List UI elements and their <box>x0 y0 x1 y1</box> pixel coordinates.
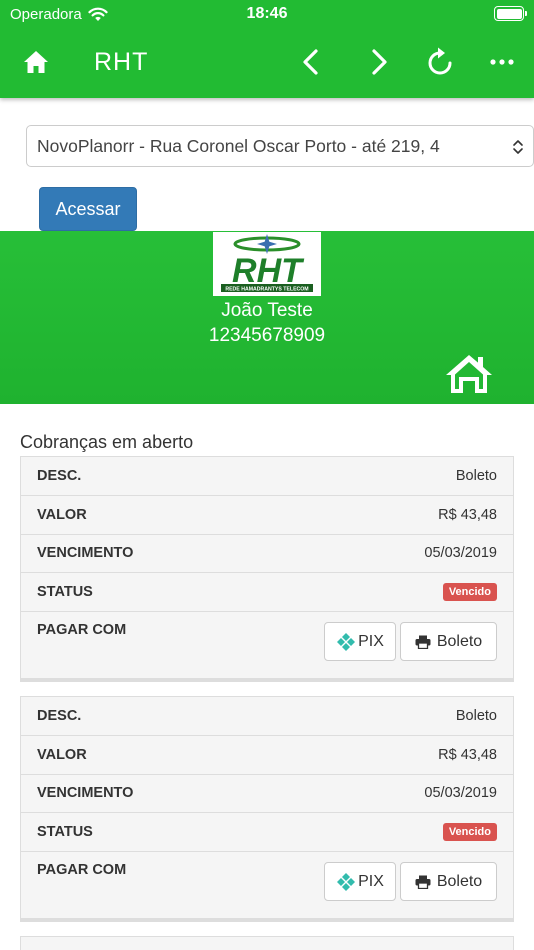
home-icon[interactable] <box>443 352 495 396</box>
charge-row-vencimento: VENCIMENTO 05/03/2019 <box>21 775 513 814</box>
charge-row-pay: PAGAR COM PIX Boleto <box>21 852 513 918</box>
profile-banner: RHT REDE HAMADRANTYS TELECOM João Teste … <box>0 231 534 404</box>
charge-valor: R$ 43,48 <box>438 506 497 523</box>
nav-bar: RHT <box>0 28 534 98</box>
carrier-name: Operadora <box>10 5 82 23</box>
logo-subtext: REDE HAMADRANTYS TELECOM <box>225 287 308 293</box>
charge-vencimento: 05/03/2019 <box>424 545 497 562</box>
charge-card: DESC. Boleto VALOR R$ 43,48 VENCIMENTO 0… <box>20 696 514 923</box>
charge-card-partial <box>20 936 514 950</box>
more-icon[interactable] <box>488 50 516 74</box>
status-time: 18:46 <box>246 5 288 22</box>
charge-valor: R$ 43,48 <box>438 746 497 763</box>
charge-row-valor: VALOR R$ 43,48 <box>21 496 513 535</box>
company-logo: RHT REDE HAMADRANTYS TELECOM <box>213 232 321 296</box>
boleto-button[interactable]: Boleto <box>400 862 497 902</box>
charge-row-status: STATUS Vencido <box>21 813 513 853</box>
status-badge: Vencido <box>442 583 497 602</box>
printer-icon <box>415 635 431 649</box>
pix-icon <box>337 872 356 891</box>
printer-icon <box>415 875 431 889</box>
charge-row-pay: PAGAR COM PIX Boleto <box>21 612 513 678</box>
chevron-right-icon[interactable] <box>366 46 392 78</box>
charge-vencimento: 05/03/2019 <box>424 785 497 802</box>
charge-row-desc: DESC. Boleto <box>21 457 513 496</box>
customer-name: João Teste <box>221 300 313 321</box>
charge-card: DESC. Boleto VALOR R$ 43,48 VENCIMENTO 0… <box>20 456 514 683</box>
access-button[interactable]: Acessar <box>39 187 137 231</box>
charge-row-desc: DESC. Boleto <box>21 697 513 736</box>
section-title: Cobranças em aberto <box>20 432 194 452</box>
select-arrows-icon <box>513 140 523 154</box>
charge-row-status: STATUS Vencido <box>21 573 513 613</box>
pix-button[interactable]: PIX <box>324 862 396 902</box>
app-header: Operadora 18:46 RHT <box>0 0 534 98</box>
location-select-value: NovoPlanorr - Rua Coronel Oscar Porto - … <box>37 135 440 156</box>
wifi-icon <box>88 7 108 21</box>
status-bar: Operadora 18:46 <box>0 0 534 28</box>
nav-title: RHT <box>94 48 149 76</box>
charge-desc: Boleto <box>455 467 497 484</box>
pix-button[interactable]: PIX <box>324 622 396 662</box>
charge-row-vencimento: VENCIMENTO 05/03/2019 <box>21 535 513 574</box>
charge-row-valor: VALOR R$ 43,48 <box>21 736 513 775</box>
battery-icon <box>494 6 527 21</box>
reload-icon[interactable] <box>426 46 456 78</box>
chevron-left-icon[interactable] <box>298 46 324 78</box>
location-select[interactable]: NovoPlanorr - Rua Coronel Oscar Porto - … <box>26 125 534 167</box>
home-icon[interactable] <box>22 48 50 76</box>
pix-icon <box>337 632 356 651</box>
boleto-button[interactable]: Boleto <box>400 622 497 662</box>
status-badge: Vencido <box>442 823 497 842</box>
charge-desc: Boleto <box>455 707 497 724</box>
customer-cpf: 12345678909 <box>208 325 326 346</box>
